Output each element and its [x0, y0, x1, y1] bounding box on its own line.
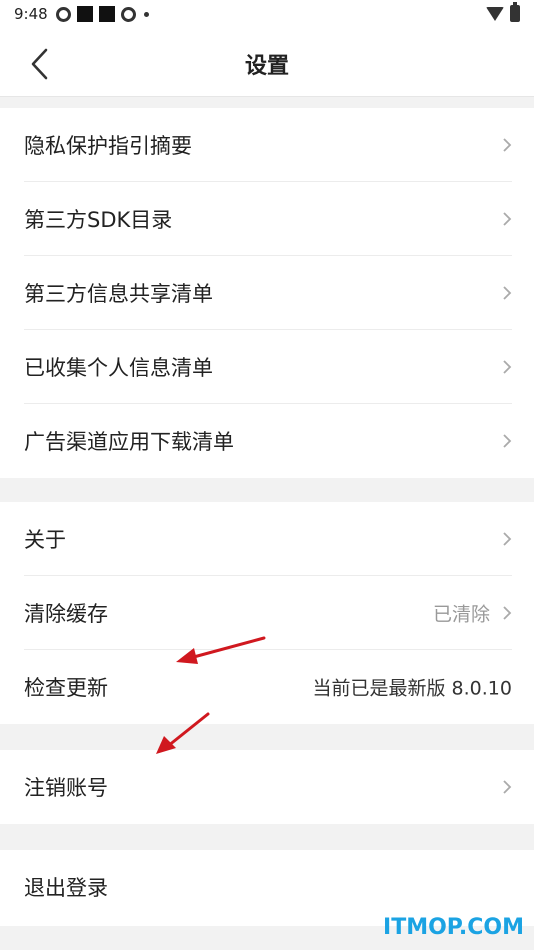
delete-account-item[interactable]: 注销账号	[0, 750, 534, 824]
notification-icon	[55, 6, 71, 22]
status-bar: 9:48	[0, 0, 534, 28]
account-group: 注销账号	[0, 750, 534, 824]
cache-status: 已清除	[432, 603, 490, 626]
chevron-right-icon	[503, 434, 512, 448]
item-label: 退出登录	[24, 876, 108, 900]
privacy-summary-item[interactable]: 隐私保护指引摘要	[0, 108, 534, 182]
settings-screen: 9:48 设置 隐私保护指引摘要 第三方SDK目录 第三方信息共享清单 已收集个…	[0, 0, 534, 950]
notification-square-icon	[98, 6, 115, 22]
item-label: 广告渠道应用下载清单	[24, 430, 234, 454]
chevron-right-icon	[503, 360, 512, 374]
about-item[interactable]: 关于	[0, 502, 534, 576]
privacy-group: 隐私保护指引摘要 第三方SDK目录 第三方信息共享清单 已收集个人信息清单 广告…	[0, 108, 534, 478]
chevron-right-icon	[503, 138, 512, 152]
item-label: 第三方SDK目录	[24, 208, 173, 232]
page-title: 设置	[244, 54, 289, 79]
item-label: 检查更新	[24, 676, 108, 700]
chevron-right-icon	[503, 212, 512, 226]
more-notifications-dot-icon	[143, 11, 149, 17]
item-label: 注销账号	[24, 776, 108, 800]
header-bar: 设置	[0, 28, 534, 97]
item-label: 关于	[24, 528, 66, 552]
annotation-arrow-icon	[176, 636, 266, 664]
item-label: 隐私保护指引摘要	[24, 134, 192, 158]
notification-square-icon	[76, 6, 93, 22]
item-label: 已收集个人信息清单	[24, 356, 213, 380]
chevron-right-icon	[503, 780, 512, 794]
version-status: 当前已是最新版 8.0.10	[312, 677, 512, 700]
logout-item[interactable]: 退出登录	[0, 850, 534, 924]
wifi-icon	[486, 6, 504, 21]
app-info-group: 关于 清除缓存 已清除 检查更新 当前已是最新版 8.0.10	[0, 502, 534, 724]
third-party-share-item[interactable]: 第三方信息共享清单	[0, 256, 534, 330]
item-label: 第三方信息共享清单	[24, 282, 213, 306]
collected-info-item[interactable]: 已收集个人信息清单	[0, 330, 534, 404]
chevron-right-icon	[503, 606, 512, 620]
ad-channel-download-item[interactable]: 广告渠道应用下载清单	[0, 404, 534, 478]
watermark-text: ITMOP.COM	[383, 915, 524, 940]
item-label: 清除缓存	[24, 602, 108, 626]
third-party-sdk-item[interactable]: 第三方SDK目录	[0, 182, 534, 256]
battery-icon	[510, 2, 520, 22]
chevron-right-icon	[503, 286, 512, 300]
annotation-arrow-icon	[156, 712, 210, 754]
status-time: 9:48	[14, 5, 48, 23]
chevron-right-icon	[503, 532, 512, 546]
status-right	[486, 2, 520, 22]
notification-icon	[120, 6, 136, 22]
